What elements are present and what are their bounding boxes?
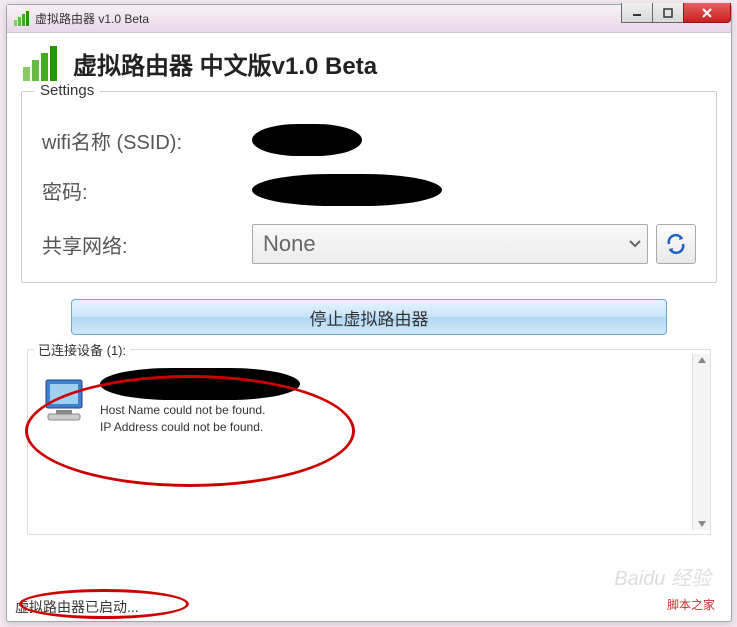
app-window: 虚拟路由器 v1.0 Beta 虚拟路由器 中文版v1.0 Beta Setti… [6,4,732,622]
content-area: 虚拟路由器 中文版v1.0 Beta Settings wifi名称 (SSID… [7,33,731,535]
maximize-button[interactable] [652,3,684,23]
devices-legend: 已连接设备 (1): [34,340,130,359]
window-title: 虚拟路由器 v1.0 Beta [35,10,149,27]
device-item[interactable]: Host Name could not be found. IP Address… [38,368,700,436]
watermark-source: 脚本之家 [667,596,715,613]
share-row: 共享网络: None [42,224,696,264]
redacted-password [252,174,442,206]
share-network-select[interactable]: None [252,224,648,264]
header: 虚拟路由器 中文版v1.0 Beta [21,43,717,83]
refresh-icon [665,233,687,255]
chevron-down-icon [629,240,641,248]
ssid-label: wifi名称 (SSID): [42,126,252,155]
stop-button-label: 停止虚拟路由器 [310,305,429,330]
header-icon [21,43,61,83]
scroll-up-icon [697,356,707,364]
redacted-device-name [100,368,300,400]
minimize-icon [632,8,642,18]
devices-group: 已连接设备 (1): Host Name could not be found. [27,349,711,535]
share-label: 共享网络: [42,230,252,259]
computer-icon [38,374,90,426]
device-ip-msg: IP Address could not be found. [100,419,300,436]
refresh-button[interactable] [656,224,696,264]
close-icon [701,7,713,19]
minimize-button[interactable] [621,3,653,23]
page-title: 虚拟路由器 中文版v1.0 Beta [73,46,377,81]
redacted-ssid [252,124,362,156]
watermark-brand: Baidu 经验 [614,562,711,591]
titlebar: 虚拟路由器 v1.0 Beta [7,5,731,33]
password-row: 密码: [42,174,696,206]
scrollbar[interactable] [692,354,710,530]
app-icon [13,11,29,27]
stop-router-button[interactable]: 停止虚拟路由器 [71,299,667,335]
close-button[interactable] [683,3,731,23]
ssid-row: wifi名称 (SSID): [42,124,696,156]
ssid-input[interactable] [252,124,696,156]
device-list: Host Name could not be found. IP Address… [38,368,700,524]
maximize-icon [663,8,673,18]
status-text: 虚拟路由器已启动... [15,597,139,617]
share-selected-value: None [263,231,316,257]
settings-legend: Settings [34,82,100,99]
password-label: 密码: [42,176,252,205]
window-controls [622,3,731,23]
device-info: Host Name could not be found. IP Address… [100,368,300,436]
settings-group: Settings wifi名称 (SSID): 密码: 共享网络: None [21,91,717,283]
password-input[interactable] [252,174,696,206]
scroll-down-icon [697,520,707,528]
device-hostname-msg: Host Name could not be found. [100,402,300,419]
